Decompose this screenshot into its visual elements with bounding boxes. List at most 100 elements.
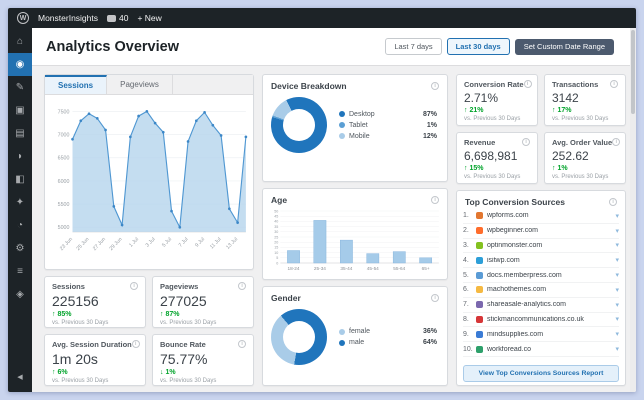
metric-value: 75.77% bbox=[160, 351, 208, 367]
up-arrow-icon: ↑ bbox=[464, 107, 468, 114]
source-rank: 10. bbox=[463, 345, 473, 353]
bounce-rate-metric-card: Bounce Rate i 75.77% ↓ 1% vs. Previous 30… bbox=[152, 334, 254, 386]
metric-label: Pageviews bbox=[160, 282, 199, 291]
info-icon[interactable]: i bbox=[609, 198, 617, 206]
source-favicon-icon bbox=[476, 227, 483, 235]
sidebar-item-posts[interactable]: ✎ bbox=[8, 76, 32, 99]
legend-dot-icon bbox=[339, 133, 345, 139]
chevron-down-icon[interactable]: ▾ bbox=[615, 345, 619, 353]
metric-comparison: vs. Previous 30 Days bbox=[160, 320, 217, 326]
legend-item-male: male 64% bbox=[339, 339, 437, 346]
source-row[interactable]: 4. isitwp.com ▾ bbox=[463, 253, 619, 269]
source-row[interactable]: 1. wpforms.com ▾ bbox=[463, 209, 619, 224]
info-icon[interactable]: i bbox=[431, 82, 439, 90]
legend-label: female bbox=[349, 328, 371, 335]
metric-value: 1m 20s bbox=[52, 351, 98, 367]
legend-dot-icon bbox=[339, 122, 345, 128]
svg-text:10: 10 bbox=[274, 251, 278, 255]
info-icon[interactable]: i bbox=[131, 340, 140, 348]
source-domain: wpforms.com bbox=[487, 212, 529, 220]
sidebar-item-analytics[interactable]: ◈ bbox=[8, 283, 32, 306]
svg-text:35-44: 35-44 bbox=[340, 266, 352, 271]
conversion-rate-metric-card: Conversion Rate i 2.71% ↑ 21% vs. Previou… bbox=[456, 74, 538, 126]
info-icon[interactable]: i bbox=[431, 196, 439, 204]
svg-text:9 Jul: 9 Jul bbox=[194, 236, 206, 248]
age-bar-chart: 5045403530252015105018-24 25-34 35-44 45-54… bbox=[274, 209, 439, 271]
comments-menu[interactable]: 40 bbox=[107, 13, 128, 23]
sidebar-item-tools[interactable]: ⚙ bbox=[8, 237, 32, 260]
source-favicon-icon bbox=[476, 315, 483, 323]
source-favicon-icon bbox=[476, 286, 483, 294]
sidebar-item-comments[interactable]: ◗ bbox=[8, 145, 32, 168]
source-row[interactable]: 10. workforead.co ▾ bbox=[463, 342, 619, 357]
source-row[interactable]: 3. optinmonster.com ▾ bbox=[463, 239, 619, 254]
set-custom-date-range-button[interactable]: Set Custom Date Range bbox=[514, 38, 614, 55]
chevron-down-icon[interactable]: ▾ bbox=[615, 315, 619, 323]
info-icon[interactable]: i bbox=[610, 80, 618, 88]
svg-text:5500: 5500 bbox=[58, 202, 70, 208]
scrollbar-track[interactable] bbox=[630, 28, 636, 392]
last-7-days-button[interactable]: Last 7 days bbox=[385, 38, 442, 55]
chevron-down-icon[interactable]: ▾ bbox=[615, 227, 619, 235]
source-row[interactable]: 8. stickmancommunications.co.uk ▾ bbox=[463, 313, 619, 328]
gender-donut bbox=[271, 309, 327, 365]
wordpress-logo-icon[interactable]: W bbox=[17, 12, 29, 24]
source-row[interactable]: 9. mindsupplies.com ▾ bbox=[463, 327, 619, 343]
source-rank: 2. bbox=[463, 227, 469, 235]
info-icon[interactable]: i bbox=[522, 138, 530, 146]
chevron-down-icon[interactable]: ▾ bbox=[615, 241, 619, 249]
metric-value: 3142 bbox=[552, 91, 579, 105]
info-icon[interactable]: i bbox=[431, 294, 439, 302]
avg-session-duration-metric-card: Avg. Session Duration i 1m 20s ↑ 6% vs. P… bbox=[44, 334, 146, 386]
chevron-down-icon[interactable]: ▾ bbox=[615, 271, 619, 279]
sidebar-item-appearance[interactable]: ◧ bbox=[8, 168, 32, 191]
chevron-down-icon[interactable]: ▾ bbox=[615, 256, 619, 264]
svg-text:0: 0 bbox=[276, 261, 278, 265]
scrollbar-thumb[interactable] bbox=[631, 30, 635, 114]
info-icon[interactable]: i bbox=[130, 282, 138, 290]
sidebar-item-media[interactable]: ▣ bbox=[8, 99, 32, 122]
gender-panel: Gender i female 36% male 64% bbox=[262, 286, 448, 386]
main-content: Analytics Overview Last 7 days Last 30 d… bbox=[32, 28, 636, 392]
wp-admin-window: W MonsterInsights 40 + New ⌂ ◉ ✎ ▣ ▤ ◗ ◧ ✦ ◔ ⚙ ≡ ◈ ◀… bbox=[8, 8, 636, 392]
chevron-down-icon[interactable]: ▾ bbox=[615, 212, 619, 220]
sidebar-item-collapse[interactable]: ◀ bbox=[8, 365, 32, 388]
last-30-days-button[interactable]: Last 30 days bbox=[446, 38, 510, 55]
metric-change: 1% bbox=[557, 165, 568, 172]
new-content-menu[interactable]: + New bbox=[137, 13, 161, 23]
info-icon[interactable]: i bbox=[523, 80, 532, 88]
sidebar-item-plugins[interactable]: ✦ bbox=[8, 191, 32, 214]
source-favicon-icon bbox=[476, 212, 483, 220]
source-domain: workforead.co bbox=[487, 345, 531, 353]
source-domain: mindsupplies.com bbox=[487, 330, 544, 338]
legend-value: 36% bbox=[422, 328, 437, 335]
svg-text:45: 45 bbox=[274, 215, 278, 219]
up-arrow-icon: ↑ bbox=[52, 311, 56, 318]
info-icon[interactable]: i bbox=[612, 138, 621, 146]
svg-text:13 Jul: 13 Jul bbox=[225, 236, 239, 250]
view-report-button[interactable]: View Top Conversions Sources Report bbox=[463, 364, 619, 382]
metric-label: Sessions bbox=[52, 282, 85, 291]
chevron-down-icon[interactable]: ▾ bbox=[615, 330, 619, 338]
info-icon[interactable]: i bbox=[238, 282, 246, 290]
source-row[interactable]: 5. docs.memberpress.com ▾ bbox=[463, 268, 619, 283]
site-name-menu[interactable]: MonsterInsights bbox=[38, 13, 98, 23]
chevron-down-icon[interactable]: ▾ bbox=[615, 301, 619, 309]
revenue-metric-card: Revenue i 6,698,981 ↑ 15% vs. Previous 30… bbox=[456, 132, 538, 184]
sidebar-item-dashboard[interactable]: ⌂ bbox=[8, 30, 32, 53]
tab-pageviews[interactable]: Pageviews bbox=[107, 75, 173, 94]
chevron-down-icon[interactable]: ▾ bbox=[615, 286, 619, 294]
metric-value: 6,698,981 bbox=[464, 149, 518, 163]
sidebar-item-settings[interactable]: ≡ bbox=[8, 260, 32, 283]
source-row[interactable]: 2. wpbeginner.com ▾ bbox=[463, 224, 619, 239]
sidebar-item-pages[interactable]: ▤ bbox=[8, 122, 32, 145]
source-row[interactable]: 6. machothemes.com ▾ bbox=[463, 283, 619, 298]
sidebar-item-users[interactable]: ◔ bbox=[8, 214, 32, 237]
tab-sessions[interactable]: Sessions bbox=[45, 75, 108, 94]
age-panel: Age i 50 45 40 35 30 25 20 15 10 5 0 18-24 25-34 35-44… bbox=[262, 188, 448, 280]
sidebar-item-monsterinsights[interactable]: ◉ bbox=[8, 53, 32, 76]
metric-change: 15% bbox=[469, 165, 484, 172]
info-icon[interactable]: i bbox=[238, 340, 246, 348]
source-row[interactable]: 7. shareasale-analytics.com ▾ bbox=[463, 298, 619, 313]
metric-comparison: vs. Previous 30 Days bbox=[160, 378, 217, 384]
